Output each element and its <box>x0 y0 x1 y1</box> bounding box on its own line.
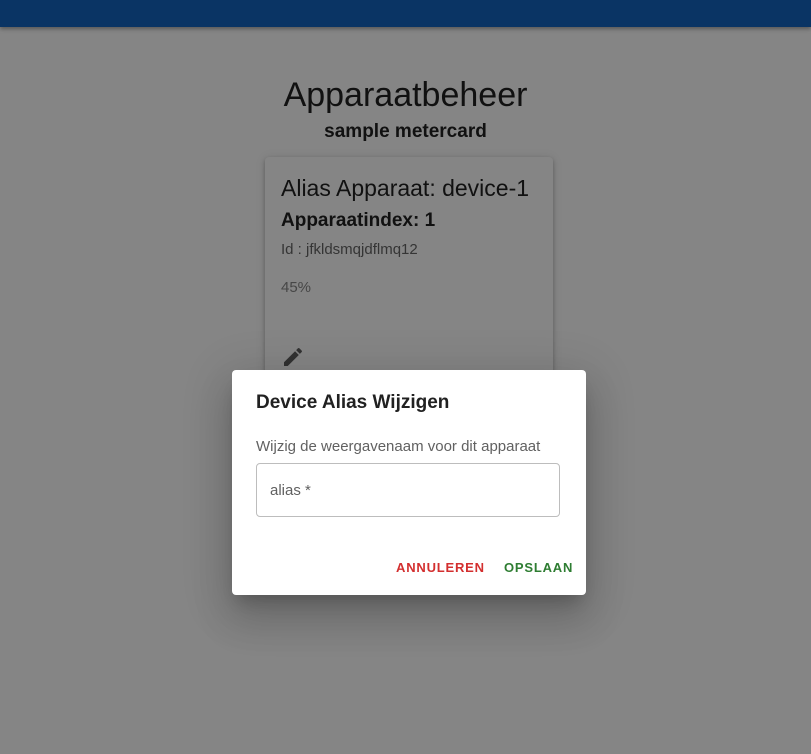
edit-alias-dialog: Device Alias Wijzigen Wijzig de weergave… <box>232 370 586 595</box>
dialog-description: Wijzig de weergavenaam voor dit apparaat <box>256 438 541 455</box>
cancel-button[interactable]: ANNULEREN <box>388 553 493 581</box>
dialog-title: Device Alias Wijzigen <box>256 392 450 413</box>
alias-field[interactable]: alias * <box>256 463 560 517</box>
alias-input[interactable] <box>269 478 549 504</box>
save-button[interactable]: OPSLAAN <box>496 553 581 581</box>
